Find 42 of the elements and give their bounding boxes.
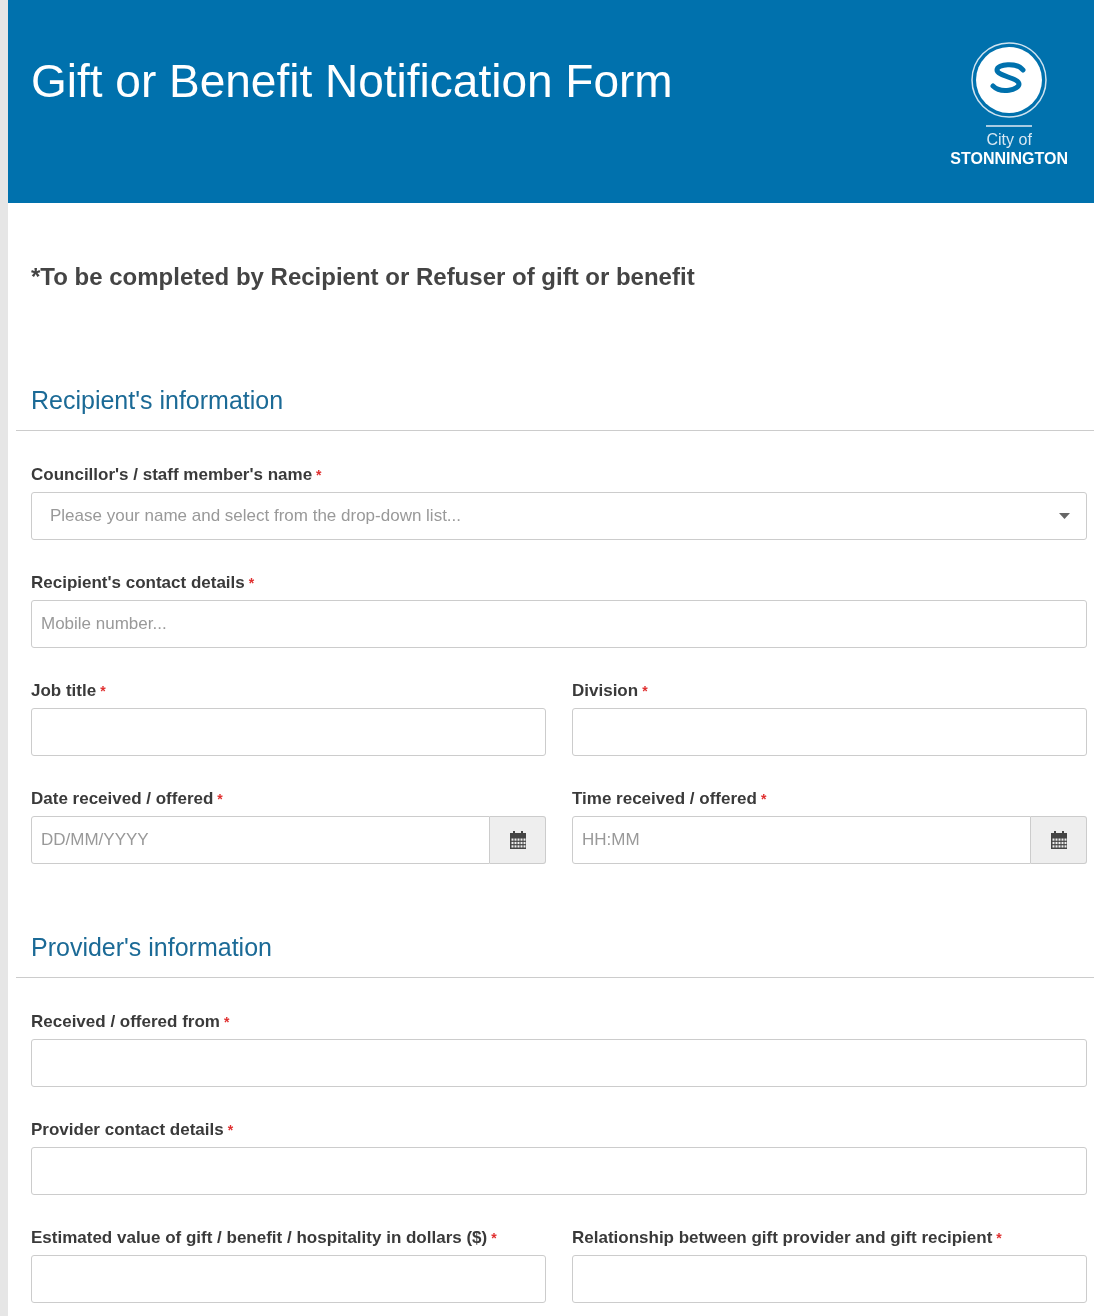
required-mark: * bbox=[227, 1122, 234, 1138]
dropdown-field[interactable]: Please your name and select from the drop-down list... bbox=[31, 492, 1087, 540]
logo-text: City of bbox=[986, 131, 1032, 149]
required-mark: * bbox=[642, 683, 648, 699]
section-title: Provider's information bbox=[31, 932, 273, 962]
field-label: Recipient's contact details bbox=[31, 573, 245, 592]
input-field[interactable] bbox=[31, 1039, 1087, 1087]
field-label: Job title bbox=[31, 681, 97, 700]
required-mark: * bbox=[100, 683, 106, 699]
field-label: Councillor's / staff member's name bbox=[31, 465, 313, 484]
input-field[interactable]: DD/MM/YYYY bbox=[31, 816, 490, 864]
input-field[interactable] bbox=[31, 1255, 546, 1303]
calendar-button[interactable] bbox=[1031, 816, 1087, 864]
required-mark: * bbox=[217, 791, 223, 807]
calendar-button[interactable] bbox=[490, 816, 546, 864]
form-title: Gift or Benefit Notification Form bbox=[31, 54, 673, 109]
required-mark: * bbox=[248, 575, 255, 591]
required-mark: * bbox=[223, 1014, 230, 1030]
logo-text: STONNINGTON bbox=[950, 149, 1068, 169]
field-label: Relationship between gift provider and gift recipient bbox=[572, 1228, 993, 1247]
required-mark: * bbox=[760, 791, 767, 807]
input-field[interactable]: HH:MM bbox=[572, 816, 1031, 864]
field-label: Time received / offered bbox=[572, 789, 757, 808]
required-mark: * bbox=[316, 467, 322, 483]
input-field[interactable]: Mobile number... bbox=[31, 600, 1087, 648]
input-field[interactable] bbox=[31, 708, 546, 756]
field-label: Received / offered from bbox=[31, 1012, 220, 1031]
field-label: Estimated value of gift / benefit / hospitality in dollars ($) bbox=[31, 1228, 488, 1247]
calendar-icon bbox=[1049, 831, 1068, 849]
input-field[interactable] bbox=[572, 1255, 1087, 1303]
required-mark: * bbox=[491, 1230, 497, 1246]
input-field[interactable] bbox=[572, 708, 1087, 756]
field-label: Division bbox=[572, 681, 639, 700]
required-mark: * bbox=[996, 1230, 1002, 1246]
intro-text: *To be completed by Recipient or Refuser of gift or benefit bbox=[31, 262, 696, 292]
field-label: Date received / offered bbox=[31, 789, 214, 808]
logo-icon bbox=[971, 42, 1048, 118]
calendar-icon bbox=[508, 831, 527, 849]
caret-icon bbox=[1059, 513, 1070, 519]
input-field[interactable] bbox=[31, 1147, 1087, 1195]
section-title: Recipient's information bbox=[31, 385, 285, 415]
field-label: Provider contact details bbox=[31, 1120, 224, 1139]
